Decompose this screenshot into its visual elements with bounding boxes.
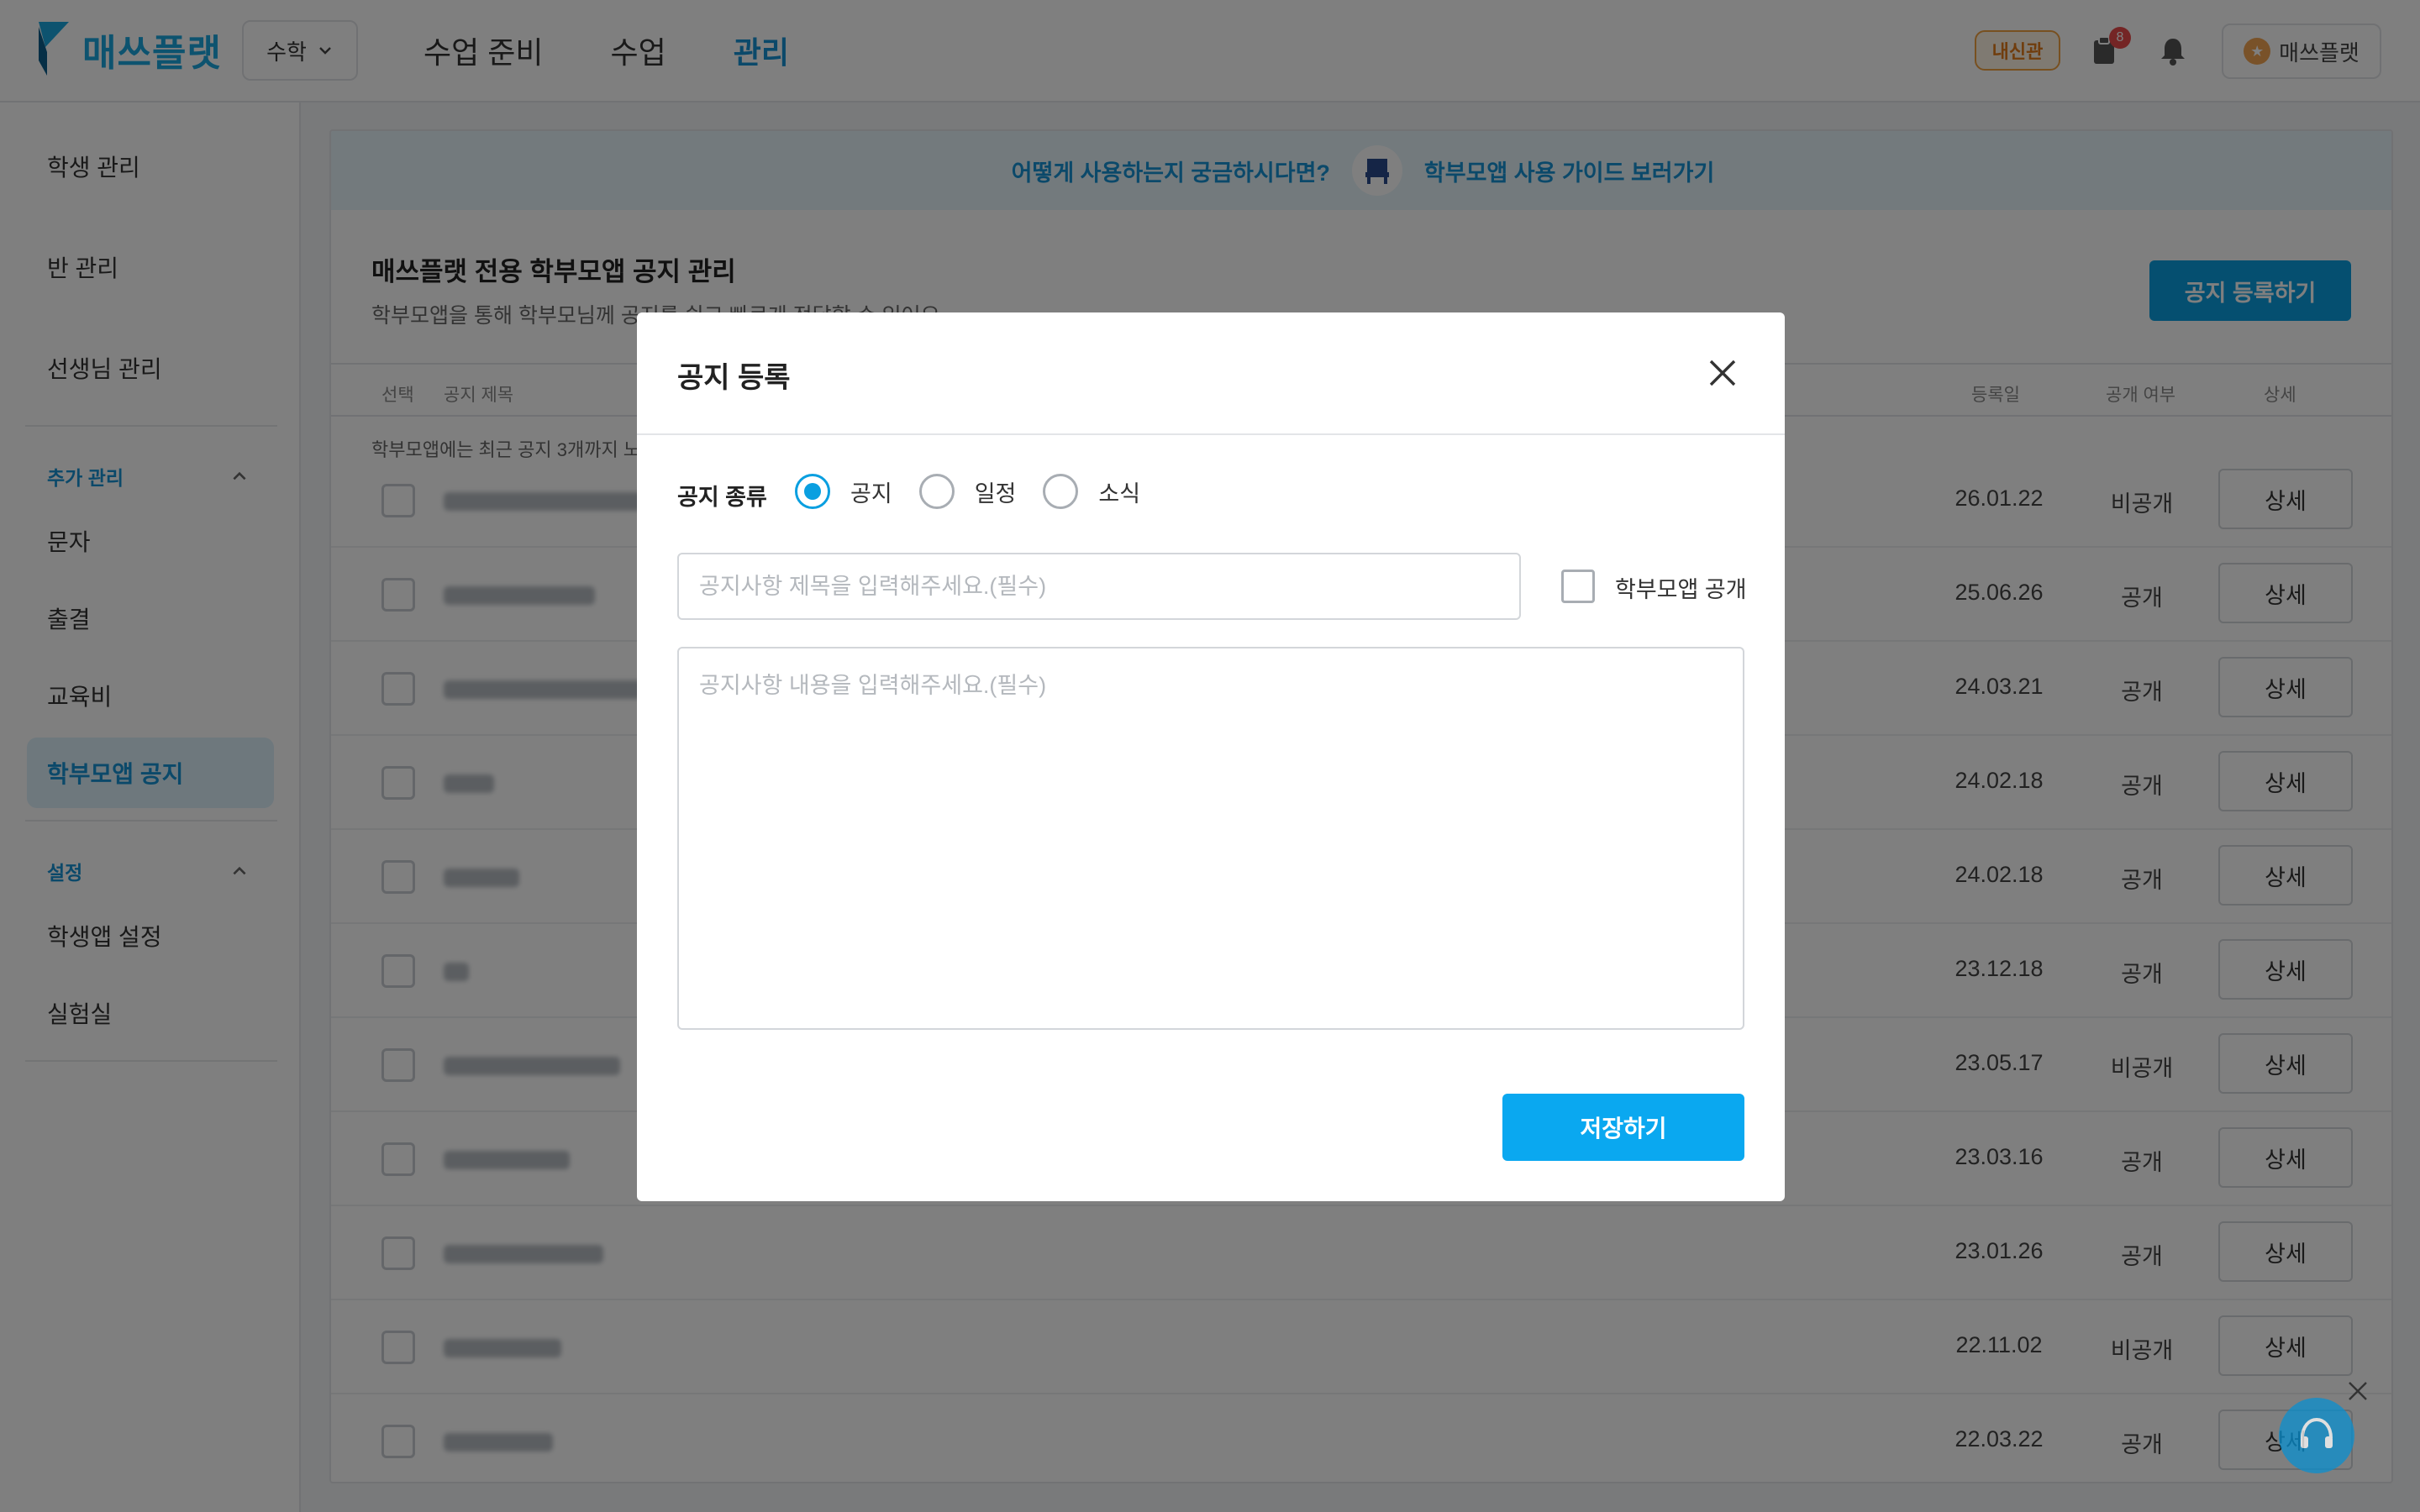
radio-news[interactable]: [1043, 474, 1079, 509]
close-icon[interactable]: [1706, 356, 1739, 390]
radio-option-schedule[interactable]: 일정: [918, 474, 1017, 509]
parent-app-public-checkbox[interactable]: [1561, 570, 1595, 603]
close-icon[interactable]: [2346, 1379, 2370, 1403]
notice-type-label: 공지 종류: [677, 485, 767, 510]
radio-schedule-label: 일정: [974, 480, 1017, 507]
notice-content-textarea[interactable]: [677, 647, 1744, 1030]
parent-app-public-label[interactable]: 학부모앱 공개: [1615, 571, 1747, 604]
radio-news-label: 소식: [1098, 480, 1141, 507]
help-chat-button[interactable]: [2279, 1398, 2354, 1473]
headset-icon: [2301, 1417, 2333, 1448]
radio-option-notice[interactable]: 공지: [795, 474, 892, 509]
radio-option-news[interactable]: 소식: [1043, 474, 1140, 509]
modal-title: 공지 등록: [677, 362, 791, 394]
notice-register-modal: 공지 등록 공지 종류 공지 일정 소식 학부모앱 공개 저장하기: [637, 312, 1785, 1201]
radio-notice-label: 공지: [850, 480, 892, 507]
notice-title-input[interactable]: [677, 553, 1521, 620]
radio-schedule[interactable]: [918, 474, 955, 509]
save-button[interactable]: 저장하기: [1502, 1094, 1744, 1161]
notice-type-radio-group: 공지 일정 소식: [795, 474, 1167, 509]
radio-notice[interactable]: [795, 474, 830, 509]
modal-header: 공지 등록: [637, 312, 1785, 435]
